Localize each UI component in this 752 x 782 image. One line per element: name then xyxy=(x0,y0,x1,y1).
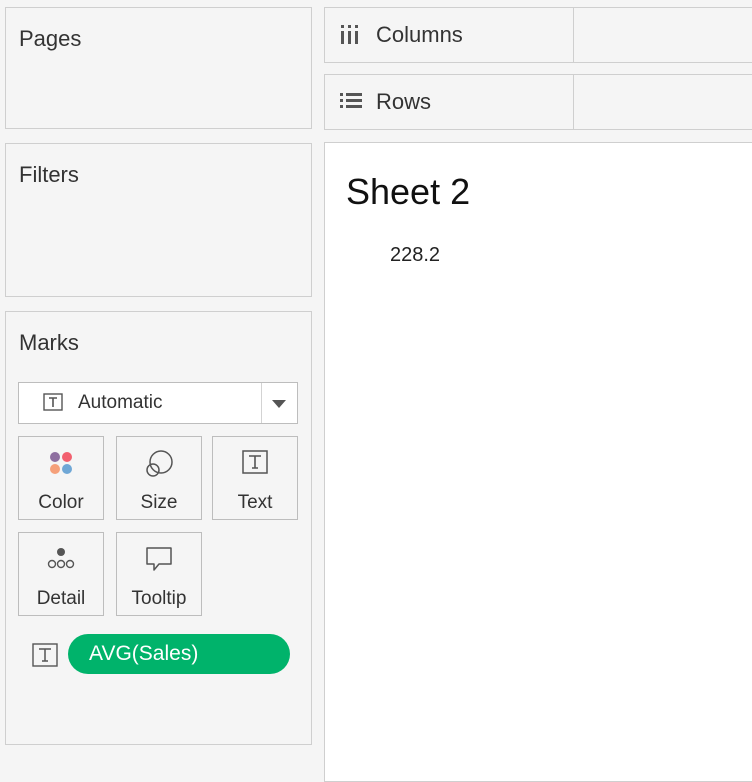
tooltip-card-button[interactable]: Tooltip xyxy=(116,532,202,616)
color-card-button[interactable]: Color xyxy=(18,436,104,520)
sheet-title[interactable]: Sheet 2 xyxy=(346,171,470,213)
columns-icon xyxy=(339,23,361,50)
columns-label: Columns xyxy=(376,22,463,47)
filters-shelf[interactable]: Filters xyxy=(5,143,312,297)
tooltip-icon xyxy=(146,547,172,571)
detail-dots-icon xyxy=(47,548,75,569)
columns-shelf-header: Columns xyxy=(325,8,574,62)
mark-type-dropdown[interactable]: Automatic xyxy=(18,382,298,424)
size-card-label: Size xyxy=(140,492,178,513)
size-card-button[interactable]: Size xyxy=(116,436,202,520)
worksheet-canvas[interactable]: Sheet 2 228.2 xyxy=(324,142,752,782)
columns-shelf[interactable]: Columns xyxy=(324,7,752,63)
avg-sales-field-pill[interactable]: AVG(Sales) xyxy=(68,634,290,674)
rows-icon xyxy=(339,90,363,117)
text-mark-icon xyxy=(43,393,63,416)
filters-title: Filters xyxy=(19,162,79,187)
marks-card: Marks xyxy=(5,311,312,745)
tooltip-card-label: Tooltip xyxy=(131,588,187,609)
detail-card-button[interactable]: Detail xyxy=(18,532,104,616)
text-icon[interactable] xyxy=(32,643,58,672)
color-dots-icon xyxy=(50,452,72,474)
field-pill-label: AVG(Sales) xyxy=(89,642,199,665)
detail-card-label: Detail xyxy=(36,588,86,609)
size-circles-icon xyxy=(146,450,173,477)
color-card-label: Color xyxy=(38,492,84,513)
text-card-label: Text xyxy=(237,492,273,513)
chevron-down-icon[interactable] xyxy=(272,400,286,408)
rows-shelf-header: Rows xyxy=(325,75,574,129)
avg-sales-value[interactable]: 228.2 xyxy=(390,244,440,267)
text-icon xyxy=(242,450,268,474)
marks-title: Marks xyxy=(19,330,79,355)
text-card-button[interactable]: Text xyxy=(212,436,298,520)
pages-title: Pages xyxy=(19,26,82,51)
pages-shelf[interactable]: Pages xyxy=(5,7,312,129)
rows-shelf[interactable]: Rows xyxy=(324,74,752,130)
rows-label: Rows xyxy=(376,89,432,114)
dropdown-divider xyxy=(261,383,262,423)
mark-type-label: Automatic xyxy=(78,392,163,413)
